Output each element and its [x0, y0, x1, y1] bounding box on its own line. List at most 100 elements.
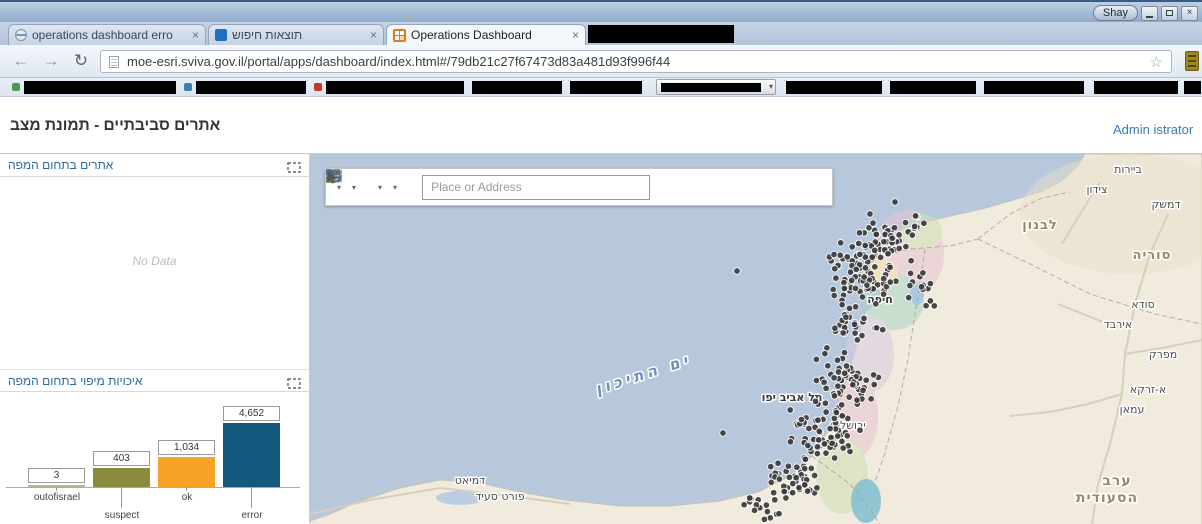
bookmark-favicon[interactable]	[184, 83, 192, 91]
site-marker[interactable]	[813, 449, 822, 458]
browser-menu-button[interactable]	[1185, 51, 1199, 71]
site-marker[interactable]	[856, 250, 864, 259]
site-marker[interactable]	[888, 234, 896, 242]
site-marker[interactable]	[820, 440, 829, 448]
map-container[interactable]: ביירות צידון דמשק לבנון סוריה חיפה סודא אירבד מפ…	[310, 154, 1202, 524]
site-marker[interactable]	[822, 449, 830, 457]
site-marker[interactable]	[811, 397, 820, 406]
site-marker[interactable]	[810, 471, 819, 480]
url-text[interactable]: moe-esri.sviva.gov.il/portal/apps/dashbo…	[127, 54, 1142, 69]
site-marker[interactable]	[871, 263, 879, 271]
site-marker[interactable]	[906, 281, 914, 290]
chart-bar-ok[interactable]	[158, 457, 215, 487]
site-marker[interactable]	[807, 464, 816, 473]
site-marker[interactable]	[838, 437, 846, 446]
site-marker[interactable]	[745, 494, 754, 502]
site-marker[interactable]	[824, 362, 832, 370]
tab-close-icon[interactable]: ×	[192, 28, 199, 42]
chart-bar-error[interactable]	[223, 423, 280, 487]
site-marker[interactable]	[895, 244, 903, 253]
basemap-menu-button[interactable]: ▾	[326, 170, 361, 201]
site-marker[interactable]	[831, 324, 839, 332]
site-marker[interactable]	[762, 501, 771, 509]
site-marker[interactable]	[860, 314, 868, 323]
site-marker[interactable]	[870, 380, 878, 389]
site-marker[interactable]	[910, 222, 919, 231]
site-marker[interactable]	[838, 412, 847, 420]
site-marker[interactable]	[854, 239, 863, 248]
site-marker[interactable]	[805, 424, 813, 433]
site-marker[interactable]	[775, 475, 784, 483]
site-marker[interactable]	[797, 415, 806, 424]
site-marker[interactable]	[789, 479, 797, 488]
site-marker[interactable]	[842, 362, 851, 370]
site-marker[interactable]	[843, 432, 852, 440]
site-marker[interactable]	[848, 243, 856, 251]
site-marker[interactable]	[800, 464, 809, 473]
site-marker[interactable]	[847, 276, 856, 285]
site-marker[interactable]	[861, 264, 870, 272]
site-marker[interactable]	[774, 459, 782, 467]
site-marker[interactable]	[800, 481, 809, 489]
site-marker[interactable]	[852, 265, 860, 274]
site-marker[interactable]	[850, 320, 859, 329]
site-marker[interactable]	[862, 376, 870, 384]
site-marker[interactable]	[855, 229, 864, 237]
tab-close-icon[interactable]: ×	[370, 28, 377, 42]
site-marker[interactable]	[879, 290, 888, 298]
site-marker[interactable]	[919, 269, 927, 277]
back-button[interactable]: ←	[8, 49, 34, 73]
site-marker[interactable]	[901, 218, 910, 227]
filter-menu-button[interactable]: ▾	[327, 170, 387, 201]
site-marker[interactable]	[784, 462, 793, 470]
site-marker[interactable]	[851, 284, 860, 293]
tab-close-icon[interactable]: ×	[572, 28, 579, 42]
site-marker[interactable]	[788, 488, 797, 497]
place-search-input[interactable]	[422, 174, 651, 200]
site-marker[interactable]	[833, 356, 842, 364]
site-marker[interactable]	[830, 392, 839, 400]
site-marker[interactable]	[853, 396, 861, 404]
site-marker[interactable]	[859, 386, 867, 395]
site-marker[interactable]	[890, 223, 899, 232]
site-marker[interactable]	[771, 496, 779, 504]
bookmark-favicon[interactable]	[314, 83, 322, 91]
site-marker[interactable]	[812, 376, 821, 385]
site-marker[interactable]	[845, 304, 854, 313]
site-marker[interactable]	[780, 487, 788, 496]
bookmark-flag-button[interactable]	[327, 170, 372, 201]
address-bar[interactable]: moe-esri.sviva.gov.il/portal/apps/dashbo…	[100, 50, 1172, 73]
site-marker[interactable]	[891, 198, 899, 206]
site-marker[interactable]	[786, 438, 795, 446]
site-marker[interactable]	[839, 444, 847, 452]
site-marker[interactable]	[766, 462, 775, 471]
site-marker[interactable]	[814, 436, 823, 444]
tab-operations-error[interactable]: operations dashboard erro ×	[8, 24, 206, 45]
site-marker[interactable]	[886, 263, 894, 272]
site-marker[interactable]	[803, 487, 812, 495]
site-marker[interactable]	[812, 355, 821, 364]
site-marker[interactable]	[826, 424, 834, 433]
site-marker[interactable]	[843, 253, 852, 261]
site-marker[interactable]	[911, 212, 920, 220]
site-marker[interactable]	[920, 219, 928, 227]
site-marker[interactable]	[926, 297, 935, 305]
site-marker[interactable]	[760, 515, 769, 524]
redacted-bookmark-dropdown[interactable]	[656, 79, 776, 95]
select-tool-button[interactable]	[328, 169, 667, 201]
site-marker[interactable]	[895, 231, 903, 239]
site-marker[interactable]	[813, 443, 822, 451]
tab-operations-dashboard[interactable]: Operations Dashboard ×	[386, 24, 586, 45]
maximize-button[interactable]	[1161, 5, 1178, 21]
site-marker[interactable]	[902, 242, 910, 251]
site-marker[interactable]	[822, 384, 830, 393]
site-marker[interactable]	[860, 273, 868, 281]
map-canvas[interactable]: ביירותצידוןדמשקלבנוןסוריהחיפה סודאאירבדמפ…	[310, 154, 1202, 524]
site-marker[interactable]	[832, 408, 841, 417]
site-marker[interactable]	[834, 382, 842, 390]
site-marker[interactable]	[840, 369, 849, 377]
site-marker[interactable]	[828, 439, 836, 448]
site-marker[interactable]	[886, 278, 895, 286]
site-marker[interactable]	[763, 507, 772, 516]
site-marker[interactable]	[840, 284, 849, 293]
